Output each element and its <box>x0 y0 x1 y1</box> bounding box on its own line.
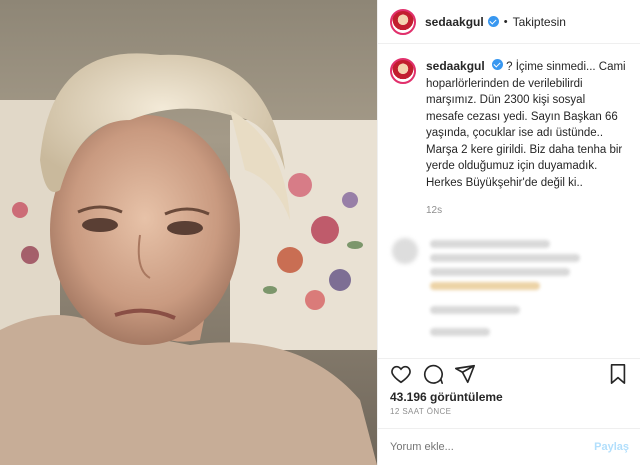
caption-text-block: sedaakgul ? İçime sinmedi... Cami hoparl… <box>426 58 626 191</box>
blurred-line <box>430 268 570 276</box>
post-header: sedaakgul • Takiptesin <box>378 0 640 44</box>
caption-avatar[interactable] <box>390 58 416 84</box>
comment-icon[interactable] <box>422 363 444 390</box>
blurred-line <box>430 254 580 262</box>
comment-bar: Paylaş <box>378 428 640 465</box>
share-icon[interactable] <box>454 363 476 390</box>
blurred-line <box>430 328 490 336</box>
posted-ago: 12 SAAT ÖNCE <box>390 407 452 416</box>
comment-input[interactable] <box>390 441 595 453</box>
video-frame <box>0 53 377 465</box>
post-button[interactable]: Paylaş <box>594 441 629 453</box>
caption-time[interactable]: 12s <box>426 205 640 216</box>
verified-icon <box>491 59 503 70</box>
follow-status[interactable]: Takiptesin <box>513 15 566 29</box>
verified-icon <box>487 16 499 27</box>
blurred-line <box>430 306 520 314</box>
post-sidebar: sedaakgul • Takiptesin sedaakgul ? İçime… <box>377 0 640 465</box>
caption-text: ? İçime sinmedi... Cami hoparlörlerinden… <box>426 61 626 189</box>
caption: sedaakgul ? İçime sinmedi... Cami hoparl… <box>378 44 640 191</box>
blurred-line <box>430 240 550 248</box>
separator-dot: • <box>503 15 508 28</box>
blurred-comments <box>390 234 630 354</box>
heart-icon[interactable] <box>390 363 412 390</box>
action-bar <box>378 358 640 388</box>
bookmark-icon[interactable] <box>608 363 628 390</box>
header-username[interactable]: sedaakgul <box>425 15 484 29</box>
caption-username[interactable]: sedaakgul <box>426 59 485 73</box>
blurred-line <box>430 282 540 290</box>
blurred-avatar <box>392 238 418 264</box>
view-count[interactable]: 43.196 görüntüleme <box>390 390 503 404</box>
avatar[interactable] <box>390 8 416 35</box>
video-player[interactable] <box>0 0 377 465</box>
